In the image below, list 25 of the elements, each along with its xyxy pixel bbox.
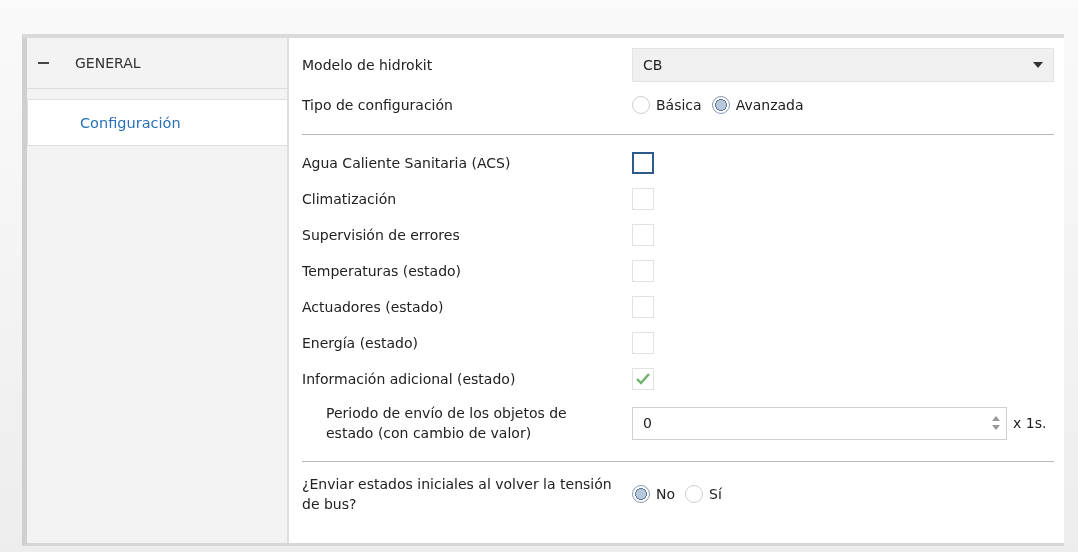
radio-option[interactable]: Sí [685,485,722,503]
group-label: GENERAL [75,55,141,71]
sidebar-item[interactable]: Configuración [27,99,287,146]
option-label: Información adicional (estado) [302,369,517,389]
field-label: ¿Enviar estados iniciales al volver la tensión de bus? [302,474,613,514]
check-icon [636,373,650,385]
checkbox[interactable] [632,152,654,174]
option-label: Agua Caliente Sanitaria (ACS) [302,153,512,173]
sidebar-group-header[interactable]: GENERAL [27,38,287,89]
option-label: Climatización [302,189,398,209]
field-label: Tipo de configuración [302,95,454,115]
field-label: Modelo de hidrokit [302,55,434,75]
option-label: Energía (estado) [302,333,419,353]
option-label: Supervisión de errores [302,225,461,245]
number-input[interactable]: 0 [632,406,1007,440]
option-label: Temperaturas (estado) [302,261,463,281]
radio-option[interactable]: Avanzada [711,96,804,114]
spinner-arrows-icon [992,415,1000,431]
model-dropdown[interactable]: CB [632,48,1054,82]
radio-option[interactable]: No [632,485,676,503]
option-label: Actuadores (estado) [302,297,445,317]
caret-icon [1033,62,1043,68]
field-label: Periodo de envío de los objetos de estado (con cambio de valor) [326,403,568,443]
unit-label: x 1s. [1013,415,1047,431]
radio-option[interactable]: Básica [632,96,702,114]
